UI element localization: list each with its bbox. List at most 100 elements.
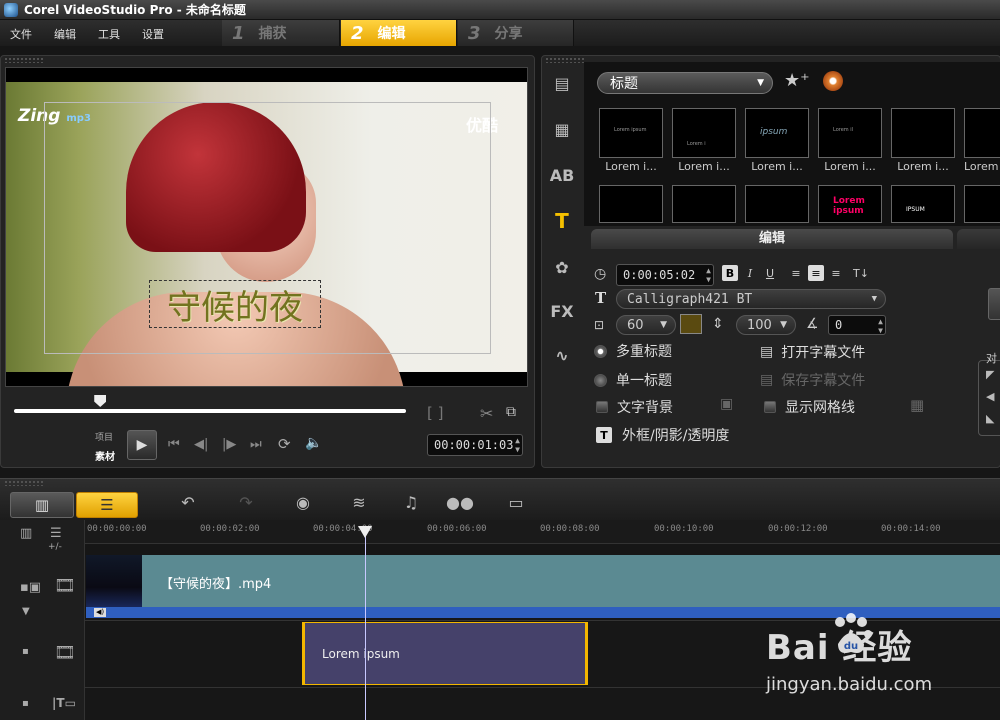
subtitle-editor-icon[interactable]: ▭ — [502, 490, 530, 514]
menu-tools[interactable]: 工具 — [98, 26, 120, 42]
auto-music-icon[interactable]: ♫ — [397, 490, 425, 514]
tab-attribute[interactable] — [957, 229, 1000, 249]
title-thumbnail[interactable]: Lorem i — [672, 108, 736, 158]
play-button[interactable]: ▶ — [127, 430, 157, 460]
track-visibility-icon[interactable]: ▪ — [22, 698, 29, 709]
title-thumbnail[interactable]: Lorem ipsum — [818, 185, 882, 223]
step-capture[interactable]: 1 捕获 — [222, 20, 340, 46]
save-subtitle-button[interactable]: ▤ 保存字幕文件 — [760, 370, 865, 390]
underline-button[interactable]: U — [762, 265, 778, 281]
next-frame-icon[interactable]: |▶ — [222, 437, 236, 452]
add-favorite-icon[interactable]: ★⁺ — [784, 70, 810, 91]
angle-field[interactable]: 0 ▲ ▼ — [828, 315, 886, 335]
timecode-spinner[interactable]: ▲ ▼ — [515, 436, 520, 454]
track-visibility-icon[interactable]: ▪▣ — [20, 580, 41, 595]
italic-button[interactable]: I — [742, 265, 758, 281]
align-top-left-icon[interactable]: ◤ — [986, 368, 994, 381]
title-thumbnail[interactable] — [964, 185, 1000, 223]
align-middle-left-icon[interactable]: ◀ — [986, 390, 994, 403]
filter-fx-icon[interactable]: FX — [549, 298, 575, 324]
previous-frame-icon[interactable]: ◀| — [194, 437, 208, 452]
bold-button[interactable]: B — [722, 265, 738, 281]
title-text-box[interactable]: 守候的夜 — [149, 280, 321, 328]
scrubber-track[interactable] — [14, 409, 406, 413]
title-clip[interactable]: Lorem ipsum — [302, 622, 588, 685]
track-manager-icon[interactable]: ▥ — [20, 526, 32, 541]
border-shadow-option[interactable]: T 外框/阴影/透明度 — [596, 425, 729, 445]
panel-grip[interactable] — [545, 57, 585, 63]
track-visibility-icon[interactable]: ▪ — [22, 646, 29, 657]
expand-panel-button[interactable] — [988, 288, 1000, 320]
copy-icon[interactable]: ⧉ — [506, 404, 516, 420]
zoom-control[interactable]: +/- — [48, 542, 62, 552]
radio-unchecked[interactable] — [594, 373, 607, 387]
tab-edit[interactable]: 编辑 — [591, 229, 953, 249]
font-size-dropdown[interactable]: 60 ▼ — [616, 315, 676, 335]
graphics-icon[interactable]: ✿ — [549, 254, 575, 280]
undo-icon[interactable]: ↶ — [174, 490, 202, 514]
checkbox[interactable] — [764, 401, 776, 413]
step-share[interactable]: 3 分享 — [458, 20, 574, 46]
transition-icon[interactable]: AB — [549, 162, 575, 188]
cut-icon[interactable]: ✂ — [480, 404, 493, 423]
align-left-icon[interactable]: ≡ — [788, 265, 804, 281]
panel-grip[interactable] — [4, 57, 44, 63]
timecode-field[interactable]: 00:00:01:03 ▲ ▼ — [427, 434, 523, 456]
font-color-swatch[interactable] — [680, 314, 702, 334]
menu-edit[interactable]: 编辑 — [54, 26, 76, 42]
redo-icon[interactable]: ↷ — [232, 490, 260, 514]
title-thumbnail[interactable] — [891, 108, 955, 158]
align-center-icon[interactable]: ≡ — [808, 265, 824, 281]
show-grid-option[interactable]: 显示网格线 — [764, 397, 855, 417]
vertical-text-icon[interactable]: T↓ — [853, 265, 869, 281]
open-subtitle-button[interactable]: ▤ 打开字幕文件 — [760, 342, 865, 362]
end-icon[interactable]: ⏭ — [250, 437, 262, 452]
category-dropdown[interactable]: 标题 ▼ — [597, 72, 773, 94]
motion-tracking-icon[interactable]: ●● — [446, 490, 474, 514]
get-more-content-icon[interactable] — [823, 71, 843, 91]
clip-mode-label[interactable]: 素材 — [95, 448, 115, 463]
align-bottom-left-icon[interactable]: ◣ — [986, 412, 994, 425]
text-background-option[interactable]: 文字背景 — [596, 397, 673, 417]
path-icon[interactable]: ∿ — [549, 342, 575, 368]
checkbox[interactable] — [596, 401, 608, 413]
angle-spinner[interactable]: ▲ ▼ — [878, 317, 883, 335]
multi-title-option[interactable]: 多重标题 — [594, 341, 672, 361]
background-settings-icon[interactable]: ▣ — [720, 396, 733, 412]
playhead-line[interactable] — [365, 528, 366, 720]
duration-spinner[interactable]: ▲ ▼ — [706, 266, 711, 284]
timeline-view-button[interactable]: ☰ — [76, 492, 138, 518]
panel-grip[interactable] — [4, 480, 44, 486]
grid-settings-icon[interactable]: ▦ — [910, 396, 924, 414]
chevron-down-icon[interactable]: ▼ — [22, 606, 30, 617]
home-icon[interactable]: ⏮ — [168, 437, 180, 452]
font-dropdown[interactable]: Calligraph421 BT ▼ — [616, 289, 886, 309]
title-thumbnail[interactable] — [599, 185, 663, 223]
title-thumbnail[interactable]: ipsum — [745, 108, 809, 158]
video-clip[interactable]: 【守候的夜】.mp4 — [142, 555, 1000, 609]
title-thumbnail[interactable] — [745, 185, 809, 223]
record-capture-icon[interactable]: ◉ — [289, 490, 317, 514]
speaker-icon[interactable]: ◀) — [94, 608, 106, 617]
title-thumbnail[interactable]: Lorem ipsum — [599, 108, 663, 158]
repeat-icon[interactable]: ⟳ — [278, 435, 291, 453]
volume-icon[interactable]: 🔈 — [305, 435, 322, 451]
trim-markers-icon[interactable]: [ ] — [427, 404, 443, 422]
title-thumbnail[interactable] — [964, 108, 1000, 158]
storyboard-view-button[interactable]: ▥ — [10, 492, 74, 518]
sound-mixer-icon[interactable]: ≋ — [345, 490, 373, 514]
menu-file[interactable]: 文件 — [10, 26, 32, 42]
chapter-point-icon[interactable]: ☰ — [50, 526, 62, 541]
single-title-option[interactable]: 单一标题 — [594, 370, 672, 390]
line-spacing-dropdown[interactable]: 100 ▼ — [736, 315, 796, 335]
title-thumbnail[interactable] — [672, 185, 736, 223]
radio-checked[interactable] — [594, 344, 607, 358]
project-mode-label[interactable]: 项目 — [95, 430, 113, 443]
instant-project-icon[interactable]: ▦ — [549, 116, 575, 142]
menu-settings[interactable]: 设置 — [142, 26, 164, 42]
title-thumbnail[interactable]: IPSUM — [891, 185, 955, 223]
media-library-icon[interactable]: ▤ — [549, 70, 575, 96]
step-edit[interactable]: 2 编辑 — [341, 20, 457, 46]
title-text-icon[interactable]: T — [549, 208, 575, 234]
preview-window[interactable]: Zing mp3 优酷 守候的夜 — [5, 67, 528, 387]
